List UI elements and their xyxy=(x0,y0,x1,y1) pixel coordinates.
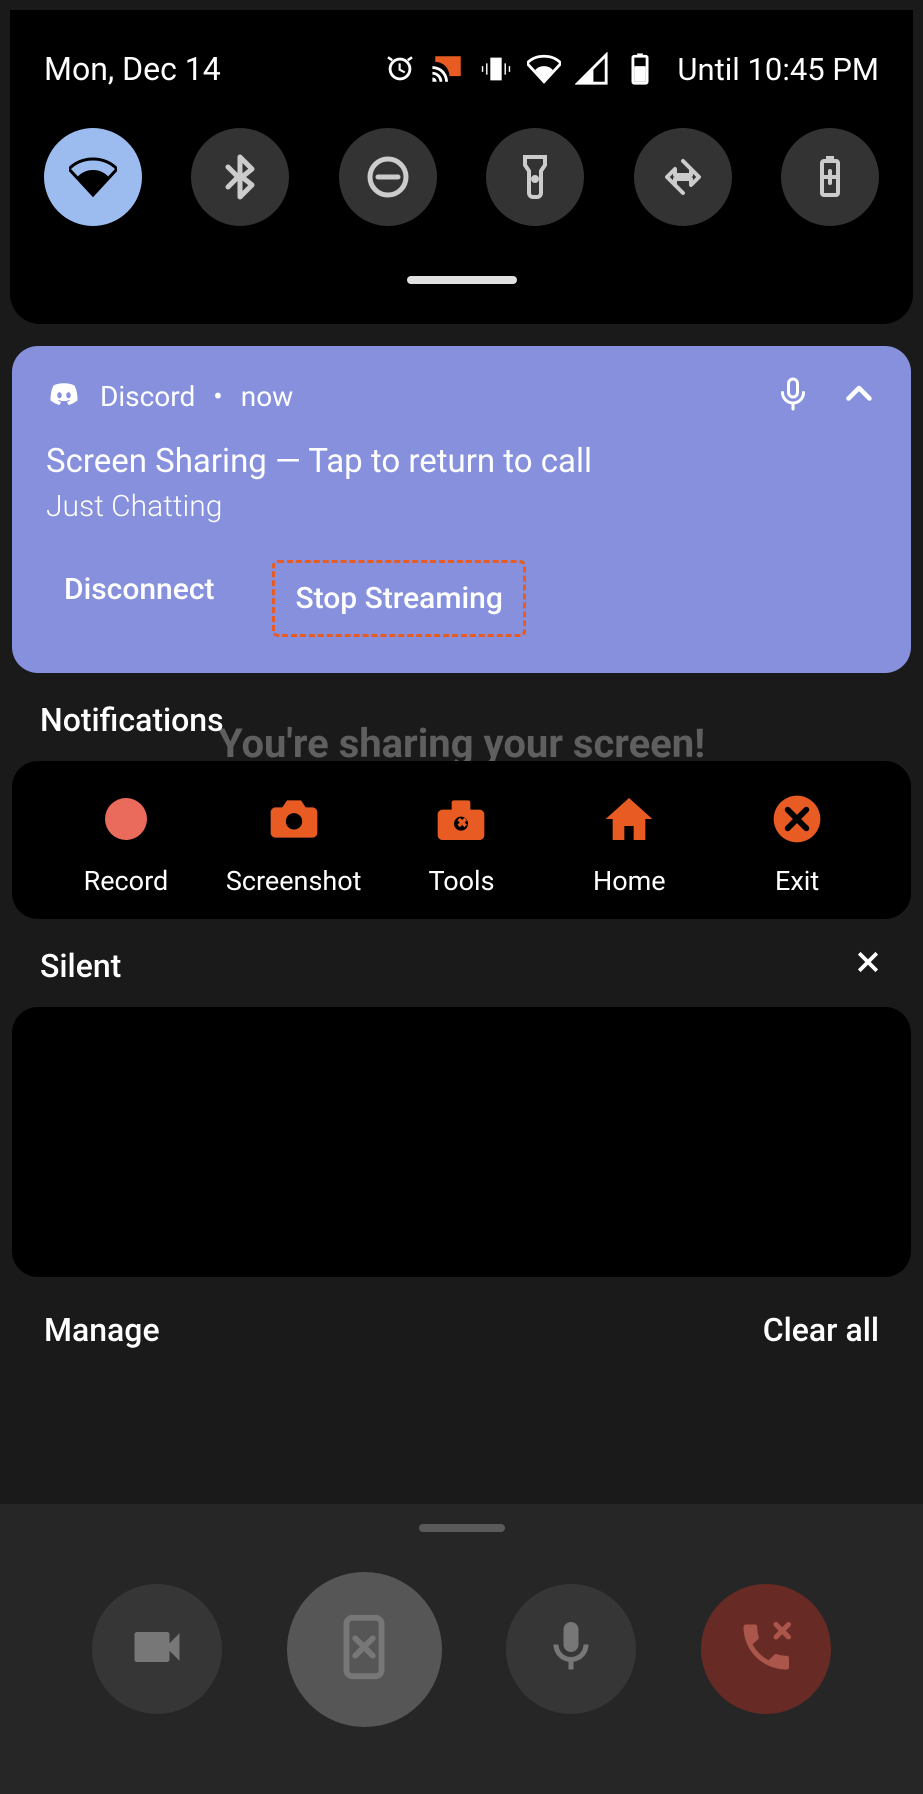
manage-button[interactable]: Manage xyxy=(44,1311,160,1349)
vibrate-icon xyxy=(479,52,513,86)
home-icon xyxy=(599,789,659,849)
clear-all-button[interactable]: Clear all xyxy=(763,1311,879,1349)
camera-icon xyxy=(264,789,324,849)
record-icon xyxy=(96,789,156,849)
shade-drag-handle[interactable] xyxy=(407,276,517,284)
record-label: Record xyxy=(84,865,169,897)
wifi-icon xyxy=(527,52,561,86)
qs-tile-wifi[interactable] xyxy=(44,128,142,226)
section-notifications: Notifications xyxy=(40,701,883,739)
silent-label: Silent xyxy=(40,947,121,985)
home-label: Home xyxy=(593,865,666,897)
chevron-up-icon[interactable] xyxy=(841,376,877,416)
silent-notification-card[interactable] xyxy=(12,1007,911,1277)
stop-streaming-button[interactable]: Stop Streaming xyxy=(272,560,525,637)
toolbox-icon xyxy=(431,789,491,849)
screenshot-label: Screenshot xyxy=(226,865,362,897)
discord-notification[interactable]: Discord • now Screen Sharing — Tap to re… xyxy=(12,346,911,673)
qs-tile-autorotate[interactable] xyxy=(634,128,732,226)
close-circle-icon xyxy=(767,789,827,849)
section-silent: Silent xyxy=(40,947,883,985)
notifications-label: Notifications xyxy=(40,701,224,739)
alarm-icon xyxy=(383,52,417,86)
status-until: Until 10:45 PM xyxy=(677,51,879,88)
tools-label: Tools xyxy=(428,865,494,897)
status-date: Mon, Dec 14 xyxy=(44,50,221,88)
tool-exit[interactable]: Exit xyxy=(713,789,881,897)
status-icons: Until 10:45 PM xyxy=(383,51,879,88)
notification-shade: Mon, Dec 14 xyxy=(0,0,923,1794)
dismiss-silent-button[interactable] xyxy=(853,947,883,985)
tool-home[interactable]: Home xyxy=(545,789,713,897)
notification-title: Screen Sharing — Tap to return to call xyxy=(46,442,877,481)
notification-time: now xyxy=(241,380,293,413)
recorder-toolbar[interactable]: Record Screenshot Tools xyxy=(12,761,911,919)
qs-tile-bluetooth[interactable] xyxy=(191,128,289,226)
tool-record[interactable]: Record xyxy=(42,789,210,897)
shade-footer: Manage Clear all xyxy=(44,1311,879,1349)
signal-icon xyxy=(575,52,609,86)
battery-icon xyxy=(623,52,657,86)
quick-settings-tiles xyxy=(40,118,883,226)
quick-settings-panel: Mon, Dec 14 xyxy=(10,10,913,324)
exit-label: Exit xyxy=(775,865,819,897)
discord-icon xyxy=(46,378,82,414)
qs-tile-flashlight[interactable] xyxy=(486,128,584,226)
disconnect-button[interactable]: Disconnect xyxy=(46,560,232,637)
notification-app-name: Discord xyxy=(100,380,195,413)
tool-screenshot[interactable]: Screenshot xyxy=(210,789,378,897)
tool-tools[interactable]: Tools xyxy=(378,789,546,897)
qs-tile-dnd[interactable] xyxy=(339,128,437,226)
microphone-icon[interactable] xyxy=(775,376,811,416)
qs-tile-battery-saver[interactable] xyxy=(781,128,879,226)
notification-subtitle: Just Chatting xyxy=(46,489,877,524)
cast-icon xyxy=(431,52,465,86)
status-bar: Mon, Dec 14 xyxy=(40,40,883,118)
